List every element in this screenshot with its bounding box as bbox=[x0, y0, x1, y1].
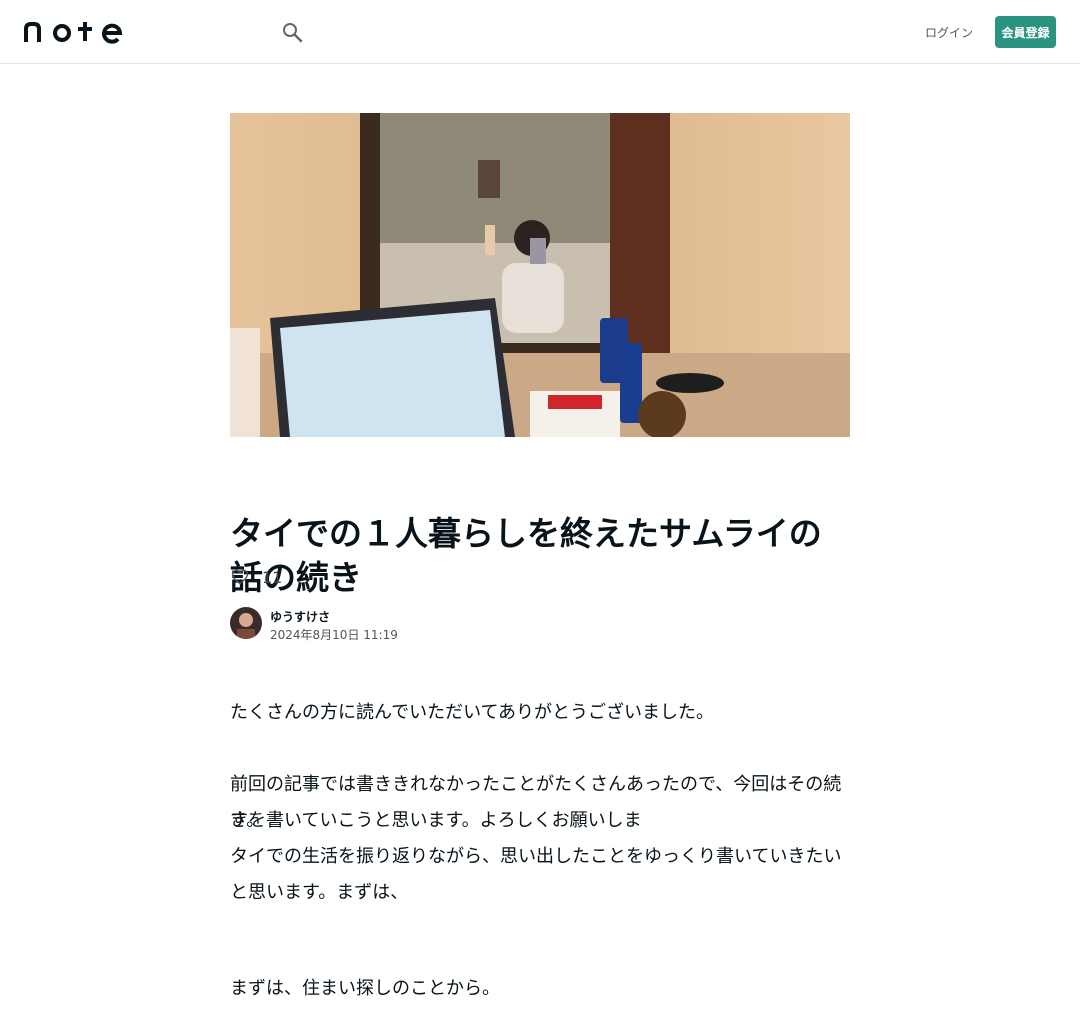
article-hero-image bbox=[230, 113, 850, 437]
search-icon[interactable] bbox=[280, 20, 304, 44]
like-count: 11 bbox=[262, 567, 283, 587]
author-name[interactable]: ゆうすけさ bbox=[270, 608, 330, 625]
like-section: 11 bbox=[230, 566, 282, 588]
article-paragraph: タイでの生活を振り返りながら、思い出したことをゆっくり書いていきたいと思います。… bbox=[230, 846, 842, 903]
signup-button[interactable]: 会員登録 bbox=[995, 16, 1056, 48]
note-logo[interactable] bbox=[24, 20, 124, 44]
article-paragraph: たくさんの方に読んでいただいてありがとうございました。 bbox=[230, 702, 715, 723]
site-header: ログイン 会員登録 bbox=[0, 0, 1080, 64]
article-title: タイでの１人暮らしを終えたサムライの話の続き bbox=[230, 514, 822, 597]
author-avatar[interactable] bbox=[230, 607, 262, 639]
post-date: 2024年8月10日 11:19 bbox=[270, 628, 398, 642]
article-paragraph: まずは、住まい探しのことから。 bbox=[230, 978, 500, 999]
heart-icon[interactable] bbox=[230, 567, 250, 587]
article-paragraph: す。 bbox=[230, 810, 292, 831]
login-link[interactable]: ログイン bbox=[924, 16, 974, 48]
